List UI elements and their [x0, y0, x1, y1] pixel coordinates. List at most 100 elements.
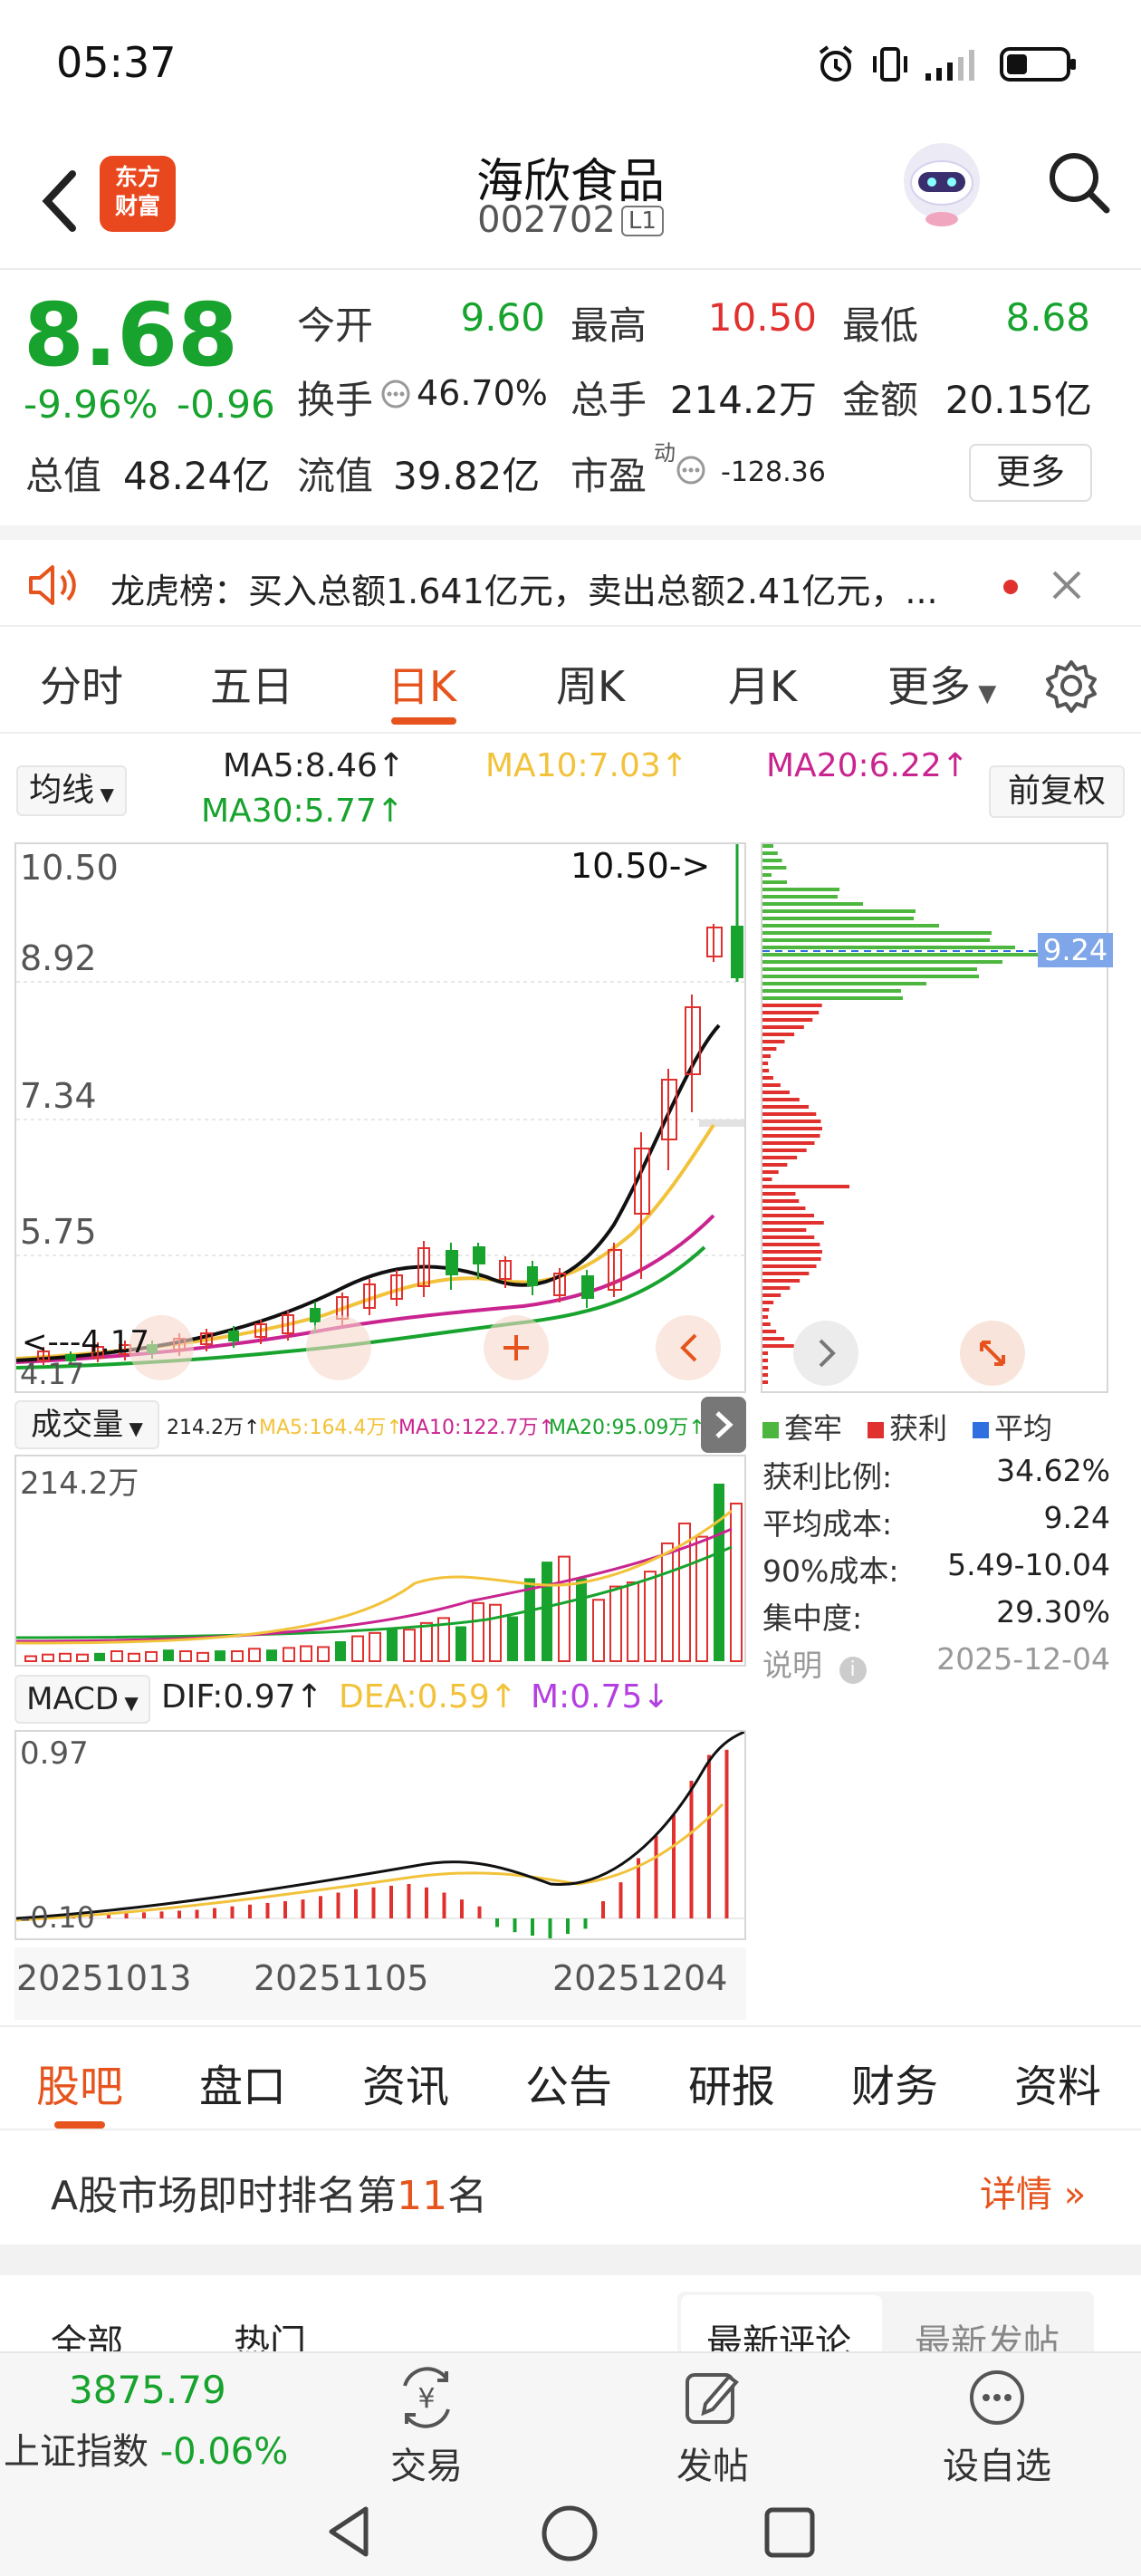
ma5-label: MA5:8.46↑ [223, 747, 406, 784]
date-axis: 20251013 20251105 20251204 [14, 1947, 746, 2020]
chip-bar [762, 1076, 773, 1080]
info-icon: i [839, 1657, 867, 1684]
date-label-start: 20251013 [16, 1958, 192, 1998]
bottom-bar: 3875.79 上证指数 -0.06% ¥ 交易 发帖 设自选 [0, 2351, 1141, 2487]
chip-bar [762, 1272, 810, 1275]
dropdown-arrow-icon: ▼ [94, 783, 114, 805]
market-rank[interactable]: A股市场即时排名第11名 详情 » [0, 2132, 1141, 2244]
chip-bar [762, 1264, 817, 1268]
volume-bar [248, 1648, 261, 1663]
macd-bar [707, 1754, 711, 1918]
tab-research[interactable]: 研报 [688, 2051, 775, 2114]
more-button[interactable]: 更多 [969, 444, 1092, 502]
macd-bar [336, 1892, 340, 1918]
index-name-row[interactable]: 上证指数 -0.06% [4, 2422, 288, 2475]
tab-announcements[interactable]: 公告 [525, 2051, 612, 2114]
index-value[interactable]: 3875.79 [69, 2368, 226, 2412]
section-divider [0, 2244, 1141, 2275]
adjust-selector[interactable]: 前复权 [989, 765, 1125, 818]
chip-bar [762, 938, 990, 942]
rank-text: A股市场即时排名第11名 [51, 2173, 488, 2219]
candles [37, 844, 743, 1365]
macd-bar [195, 1909, 199, 1918]
volume-bar [59, 1652, 72, 1662]
macd-chart[interactable]: 0.97 -0.10 [14, 1730, 746, 1940]
macd-bar [477, 1906, 482, 1918]
volume-bar [420, 1621, 433, 1662]
y-label-2: 8.92 [20, 938, 97, 978]
chip-bar [762, 1149, 807, 1152]
tab-intraday[interactable]: 分时 [40, 654, 123, 714]
tab-more[interactable]: 更多 ▼ [887, 654, 996, 714]
level-badge: L1 [620, 206, 664, 236]
close-icon[interactable] [1049, 567, 1085, 603]
post-button[interactable]: 发帖 [645, 2366, 781, 2489]
chip-bar [762, 982, 926, 985]
volume-bar [145, 1650, 158, 1662]
expand-panel-button[interactable] [701, 1397, 746, 1453]
nav-back-icon[interactable] [322, 2504, 377, 2560]
tab-monthly-k[interactable]: 月K [728, 654, 797, 714]
note-row[interactable]: 说明 i 2025-12-04 [762, 1641, 1110, 1685]
volume-bar [507, 1616, 518, 1661]
trade-button[interactable]: ¥ 交易 [359, 2366, 494, 2489]
search-icon[interactable] [1043, 147, 1116, 219]
tab-financials[interactable]: 财务 [851, 2051, 938, 2114]
volume-chart[interactable]: 214.2万 [14, 1455, 746, 1667]
macd-bar [618, 1882, 623, 1918]
chip-bar [762, 1221, 824, 1225]
macd-bar [213, 1908, 216, 1918]
tab-profile[interactable]: 资料 [1014, 2051, 1101, 2114]
chip-bar [762, 1315, 769, 1319]
ma10-label: MA10:7.03↑ [485, 747, 688, 784]
volume-bar [24, 1655, 37, 1662]
assistant-robot-icon[interactable] [898, 136, 985, 235]
stock-code: 002702 [477, 199, 616, 241]
kline-chart[interactable]: 10.50 8.92 7.34 5.75 10.50-> <---4.17 4.… [14, 842, 746, 1393]
chip-bar [762, 975, 979, 978]
lhb-notice[interactable]: 龙虎榜：买入总额1.641亿元，卖出总额2.41亿元，... [0, 525, 1141, 627]
notice-text: 龙虎榜：买入总额1.641亿元，卖出总额2.41亿元，... [110, 572, 938, 611]
macd-bar [672, 1815, 676, 1918]
chip-bar [762, 996, 903, 1000]
chip-plot [762, 844, 1107, 1386]
volume-ma20: MA20:95.09万↑ [549, 1417, 705, 1439]
chip-bar [762, 917, 914, 920]
volume-bar [695, 1535, 708, 1662]
nav-recents-icon[interactable] [762, 2505, 817, 2560]
profit-ratio-row: 获利比例: 34.62% [762, 1453, 1110, 1495]
macd-bar [159, 1911, 164, 1918]
tab-weekly-k[interactable]: 周K [556, 654, 625, 714]
status-time: 05:37 [56, 38, 177, 87]
volume-selector[interactable]: 成交量 ▼ [14, 1400, 159, 1449]
volume-bar [714, 1484, 724, 1661]
tab-five-day[interactable]: 五日 [210, 654, 293, 714]
macd-selector[interactable]: MACD ▼ [14, 1675, 150, 1724]
gear-icon[interactable] [1043, 658, 1099, 714]
tab-guba[interactable]: 股吧 [36, 2051, 123, 2114]
amount-value: 20.15亿 [944, 378, 1092, 422]
info-icon[interactable] [380, 379, 411, 409]
nav-home-icon[interactable] [540, 2504, 599, 2563]
ma-selector[interactable]: 均线 ▼ [16, 765, 127, 816]
chip-distribution[interactable]: 9.24 [761, 842, 1114, 1393]
amount-label: 金额 [842, 378, 919, 422]
avg-cost-row: 平均成本: 9.24 [762, 1500, 1110, 1542]
add-watchlist-button[interactable]: 设自选 [929, 2366, 1065, 2489]
chip-bar [762, 1185, 849, 1188]
tab-daily-k[interactable]: 日K [388, 654, 456, 714]
macd-bar [460, 1899, 464, 1918]
macd-bar [601, 1901, 605, 1918]
tab-pankou[interactable]: 盘口 [199, 2051, 286, 2114]
total-value: 48.24亿 [123, 454, 271, 498]
change-percent: -9.96% [24, 382, 158, 427]
change-amount: -0.96 [177, 382, 275, 427]
tab-news[interactable]: 资讯 [362, 2051, 449, 2114]
pe-info-icon[interactable] [676, 455, 706, 485]
chevron-right-icon [715, 1411, 734, 1438]
rank-detail-link[interactable]: 详情 » [980, 2165, 1086, 2217]
volume-bar [94, 1652, 105, 1661]
chip-bar [762, 946, 1015, 949]
chip-bar [762, 880, 787, 884]
concentration-row: 集中度: 29.30% [762, 1594, 1110, 1636]
